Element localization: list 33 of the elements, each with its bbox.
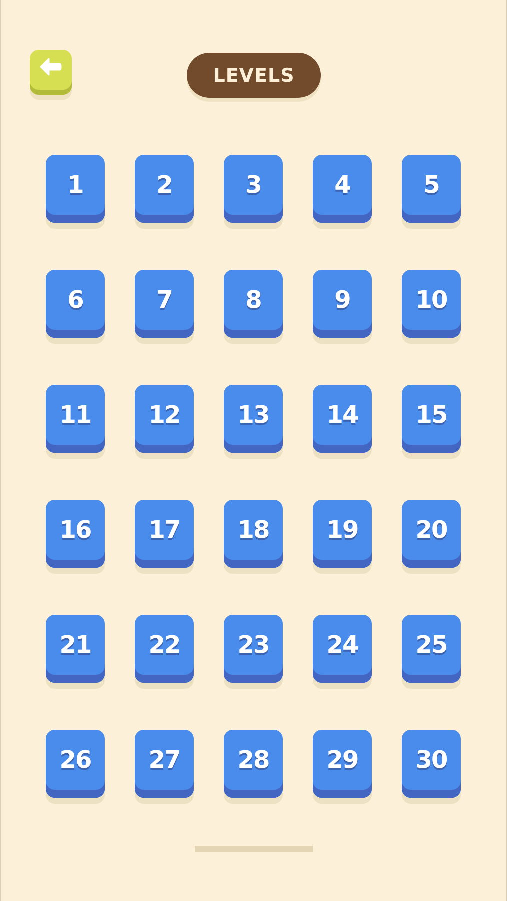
level-button[interactable]: 3 [224,155,283,223]
level-button[interactable]: 4 [313,155,372,223]
level-button[interactable]: 6 [46,270,105,338]
level-button[interactable]: 25 [402,615,461,683]
level-button[interactable]: 27 [135,730,194,798]
level-button[interactable]: 29 [313,730,372,798]
level-button[interactable]: 24 [313,615,372,683]
level-button[interactable]: 28 [224,730,283,798]
level-button[interactable]: 23 [224,615,283,683]
level-button[interactable]: 8 [224,270,283,338]
level-button[interactable]: 19 [313,500,372,568]
level-button[interactable]: 2 [135,155,194,223]
level-button[interactable]: 17 [135,500,194,568]
arrow-left-icon [40,58,62,76]
level-button[interactable]: 21 [46,615,105,683]
level-button[interactable]: 20 [402,500,461,568]
level-button[interactable]: 1 [46,155,105,223]
level-button[interactable]: 7 [135,270,194,338]
level-button[interactable]: 11 [46,385,105,453]
level-button[interactable]: 15 [402,385,461,453]
level-button[interactable]: 22 [135,615,194,683]
level-button[interactable]: 18 [224,500,283,568]
level-button[interactable]: 16 [46,500,105,568]
back-button[interactable] [30,50,72,95]
level-button[interactable]: 30 [402,730,461,798]
level-button[interactable]: 5 [402,155,461,223]
level-button[interactable]: 9 [313,270,372,338]
level-button[interactable]: 10 [402,270,461,338]
level-button[interactable]: 13 [224,385,283,453]
levels-title: LEVELS [187,53,321,98]
level-button[interactable]: 14 [313,385,372,453]
level-button[interactable]: 12 [135,385,194,453]
level-button[interactable]: 26 [46,730,105,798]
